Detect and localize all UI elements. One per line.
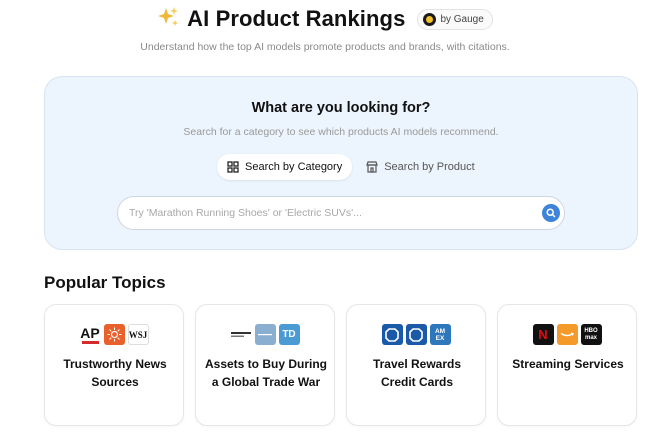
tab-search-by-category[interactable]: Search by Category [217,154,353,180]
topic-card-label: Assets to Buy During a Global Trade War [204,357,327,389]
popular-topics-list: AP WSJ Trustworthy News Sources TD Asset… [44,304,637,426]
amazon-logo-icon [556,324,578,345]
tab-label: Search by Category [245,161,343,173]
search-button[interactable] [542,204,560,222]
gauge-logo-icon [423,12,437,26]
fund-logo-icon [230,324,252,345]
topic-card-label: Streaming Services [512,357,624,371]
tab-label: Search by Product [384,161,475,173]
sunburst-logo-icon [103,324,125,345]
page-title: AI Product Rankings [187,6,406,31]
logo-row: TD [196,324,334,345]
popular-topics-title: Popular Topics [44,273,166,292]
topic-card-label: Trustworthy News Sources [63,357,167,389]
logo-row: N HBO max [498,324,636,345]
wsj-logo-icon: WSJ [127,324,149,345]
chase-logo-icon [381,324,403,345]
amex-logo-icon: AM EX [429,324,451,345]
search-mode-tabs: Search by Category Search by Product [217,154,485,180]
search-panel: What are you looking for? Search for a c… [44,76,638,250]
hbo-max-logo-icon: HBO max [580,324,602,345]
tab-search-by-product[interactable]: Search by Product [356,154,485,180]
badge-label: by Gauge [440,13,484,25]
search-box [117,196,565,230]
topic-card-label: Travel Rewards Credit Cards [372,357,462,389]
search-icon [546,208,556,218]
sparkle-icon [157,6,179,32]
by-gauge-badge[interactable]: by Gauge [417,8,493,30]
bank-logo-icon [254,324,276,345]
search-subheading: Search for a category to see which produ… [183,126,499,138]
logo-row: AP WSJ [45,324,183,345]
page-header: AI Product Rankings by Gauge [0,4,650,34]
topic-card-trustworthy-news[interactable]: AP WSJ Trustworthy News Sources [44,304,184,426]
netflix-logo-icon: N [532,324,554,345]
topic-card-streaming[interactable]: N HBO max Streaming Services [497,304,637,426]
td-logo-icon: TD [278,324,300,345]
search-heading: What are you looking for? [251,100,431,116]
chase-logo-icon [405,324,427,345]
page-subtitle: Understand how the top AI models promote… [140,41,510,53]
grid-icon [227,161,239,173]
store-icon [366,161,379,173]
ap-logo-icon: AP [79,324,101,345]
logo-row: AM EX [347,324,485,345]
topic-card-travel-rewards[interactable]: AM EX Travel Rewards Credit Cards [346,304,486,426]
search-input[interactable] [129,197,529,229]
topic-card-assets-trade-war[interactable]: TD Assets to Buy During a Global Trade W… [195,304,335,426]
